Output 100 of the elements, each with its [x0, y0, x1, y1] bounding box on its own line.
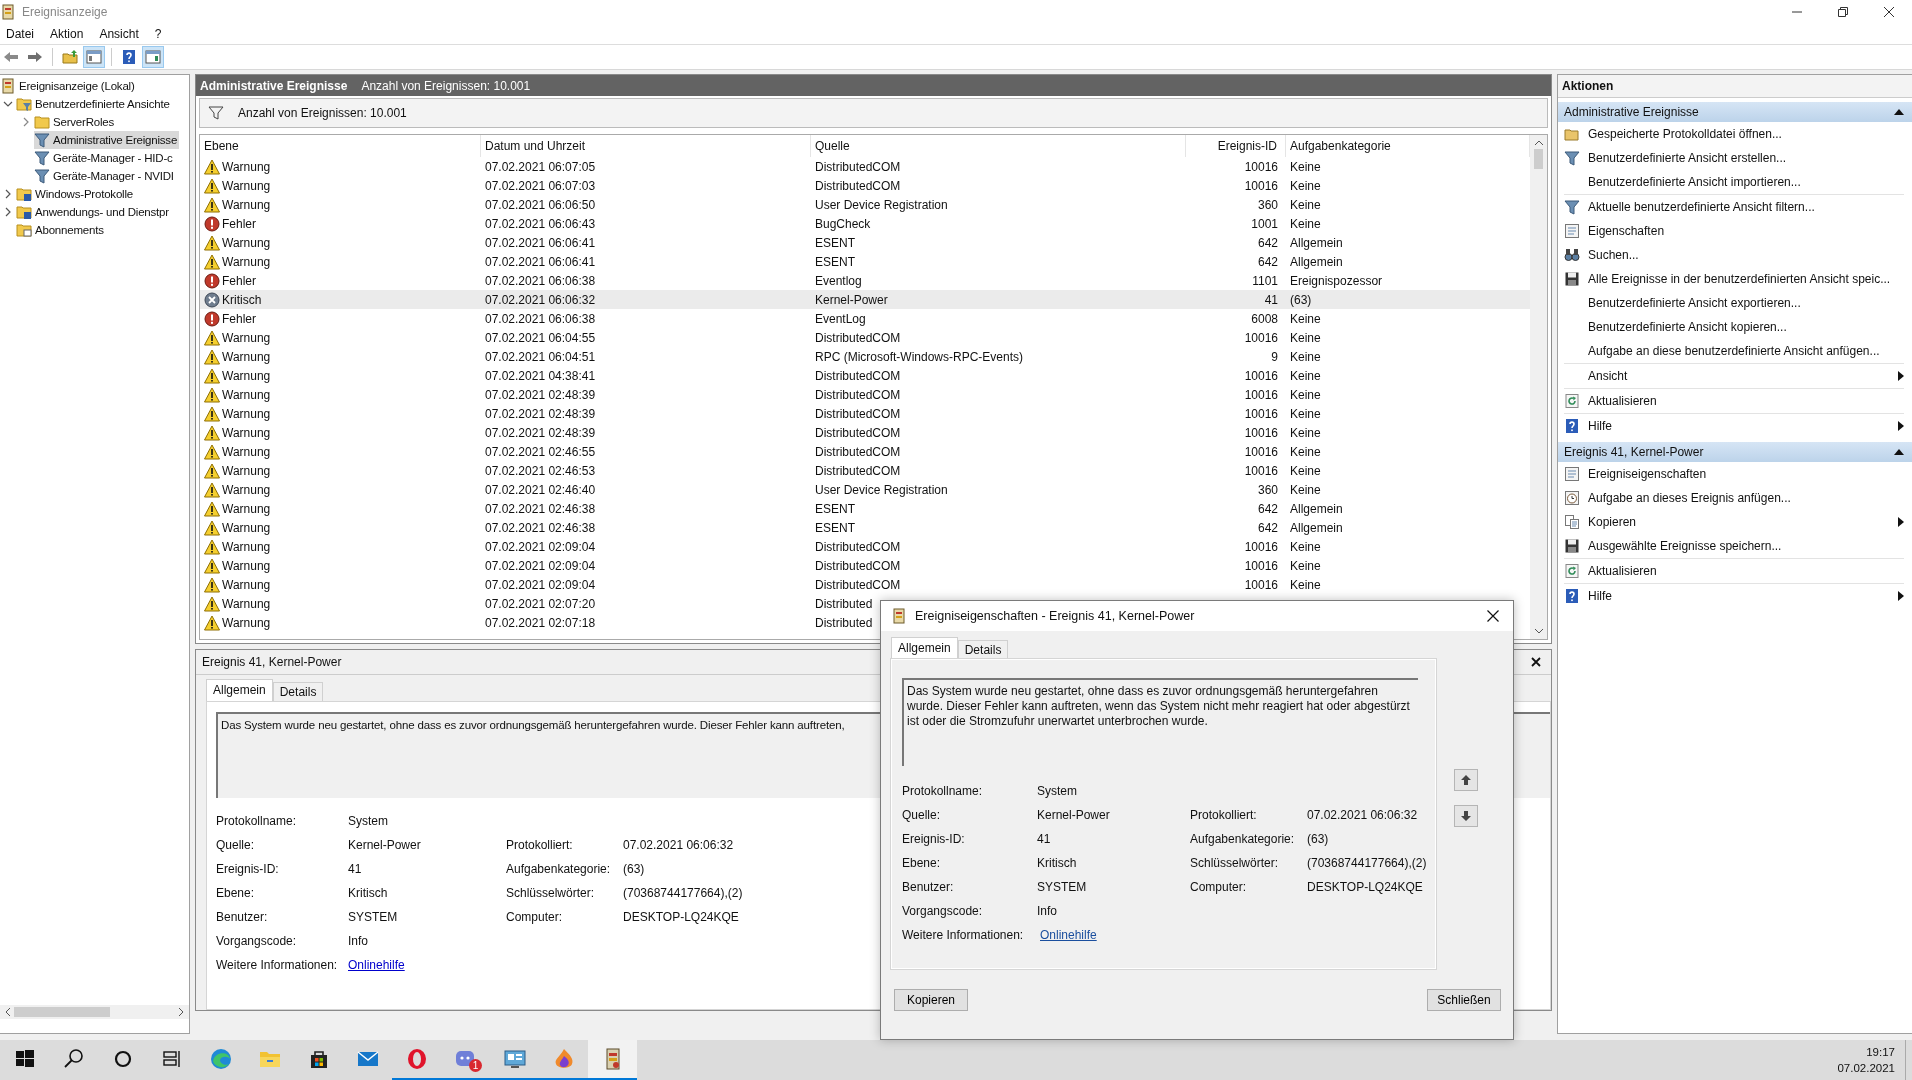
tab[interactable]: Allgemein: [206, 679, 273, 701]
horizontal-scrollbar[interactable]: [0, 1005, 189, 1019]
table-row[interactable]: Warnung 07.02.2021 06:06:41 ESENT 642 Allgemein: [200, 252, 1530, 271]
table-cell: 642: [1257, 235, 1278, 250]
action-item[interactable]: Aktuelle benutzerdefinierte Ansicht filtern...: [1564, 195, 1904, 219]
action-item[interactable]: Gespeicherte Protokolldatei öffnen...: [1564, 122, 1904, 146]
help-link[interactable]: Onlinehilfe: [348, 958, 405, 972]
table-row[interactable]: Warnung 07.02.2021 02:46:38 ESENT 642 Allgemein: [200, 518, 1530, 537]
action-item[interactable]: Aufgabe an dieses Ereignis anfügen...: [1564, 486, 1904, 510]
action-item[interactable]: Benutzerdefinierte Ansicht importieren...: [1564, 170, 1904, 194]
dialog-button[interactable]: Schließen: [1427, 989, 1501, 1011]
scroll-thumb[interactable]: [1534, 149, 1543, 169]
section-header[interactable]: Administrative Ereignisse: [1558, 102, 1912, 122]
table-row[interactable]: Warnung 07.02.2021 02:48:39 DistributedCOM 10016 Keine: [200, 385, 1530, 404]
table-cell: DistributedCOM: [815, 463, 901, 478]
tree-item[interactable]: Administrative Ereignisse: [34, 131, 180, 149]
section-header[interactable]: Ereignis 41, Kernel-Power: [1558, 442, 1912, 462]
action-item[interactable]: Benutzerdefinierte Ansicht erstellen...: [1564, 146, 1904, 170]
tree-item[interactable]: Geräte-Manager - NVIDI: [34, 167, 176, 185]
table-cell-text: 07.02.2021 02:46:38: [484, 520, 597, 535]
help-link[interactable]: Onlinehilfe: [1037, 928, 1097, 942]
table-cell: Fehler: [222, 273, 256, 288]
column-header[interactable]: Quelle: [811, 135, 1186, 157]
toggle-actions-button[interactable]: [142, 46, 164, 68]
column-header[interactable]: Datum und Uhrzeit: [481, 135, 811, 157]
table-cell: Allgemein: [1290, 254, 1343, 269]
table-row[interactable]: Warnung 07.02.2021 02:09:04 DistributedCOM 10016 Keine: [200, 537, 1530, 556]
table-row[interactable]: Warnung 07.02.2021 06:06:50 User Device Registration 360 Keine: [200, 195, 1530, 214]
column-header[interactable]: Ebene: [200, 135, 481, 157]
table-row[interactable]: Warnung 07.02.2021 02:09:04 DistributedCOM 10016 Keine: [200, 575, 1530, 594]
table-cell: 360: [1257, 197, 1278, 212]
tree-item[interactable]: Geräte-Manager - HID-c: [34, 149, 175, 167]
tree-item[interactable]: Ereignisanzeige (Lokal): [0, 77, 189, 95]
previous-event-button[interactable]: [1454, 769, 1478, 791]
table-row[interactable]: Warnung 07.02.2021 02:48:39 DistributedCOM 10016 Keine: [200, 404, 1530, 423]
table-row[interactable]: Warnung 07.02.2021 02:09:04 DistributedCOM 10016 Keine: [200, 556, 1530, 575]
collapse-icon[interactable]: [1894, 109, 1904, 115]
table-cell: Allgemein: [1290, 235, 1343, 250]
scroll-thumb[interactable]: [14, 1007, 110, 1017]
table-row[interactable]: Fehler 07.02.2021 06:06:43 BugCheck 1001 Keine: [200, 214, 1530, 233]
action-item[interactable]: Aktualisieren: [1564, 559, 1904, 583]
tab[interactable]: Allgemein: [891, 637, 958, 659]
close-icon[interactable]: [1531, 657, 1541, 667]
table-cell: DistributedCOM: [815, 425, 901, 440]
clock[interactable]: 19:17 07.02.2021: [1827, 1040, 1905, 1080]
table-row[interactable]: Warnung 07.02.2021 06:04:51 RPC (Microsoft-Windows-RPC-Events) 9 Keine: [200, 347, 1530, 366]
table-row[interactable]: Warnung 07.02.2021 02:46:55 DistributedCOM 10016 Keine: [200, 442, 1530, 461]
menu-item[interactable]: Datei: [0, 27, 42, 41]
tree-item[interactable]: Windows-Protokolle: [16, 185, 136, 203]
taskbar-button[interactable]: 1: [441, 1040, 490, 1080]
action-item[interactable]: Ereigniseigenschaften: [1564, 462, 1904, 486]
table-row[interactable]: Warnung 07.02.2021 06:07:05 DistributedCOM 10016 Keine: [200, 157, 1530, 176]
action-item[interactable]: Ausgewählte Ereignisse speichern...: [1564, 534, 1904, 558]
table-row[interactable]: Warnung 07.02.2021 06:07:03 DistributedCOM 10016 Keine: [200, 176, 1530, 195]
menu-item[interactable]: Aktion: [44, 27, 92, 41]
tree-item[interactable]: Abonnements: [16, 221, 106, 239]
table-row[interactable]: Warnung 07.02.2021 02:46:40 User Device Registration 360 Keine: [200, 480, 1530, 499]
action-item[interactable]: Hilfe: [1564, 414, 1904, 438]
action-item[interactable]: Benutzerdefinierte Ansicht kopieren...: [1564, 315, 1904, 339]
table-row[interactable]: Kritisch 07.02.2021 06:06:32 Kernel-Power 41 (63): [200, 290, 1530, 309]
table-row[interactable]: Warnung 07.02.2021 06:06:41 ESENT 642 Allgemein: [200, 233, 1530, 252]
table-row[interactable]: Warnung 07.02.2021 02:46:53 DistributedCOM 10016 Keine: [200, 461, 1530, 480]
table-row[interactable]: Warnung 07.02.2021 06:04:55 DistributedCOM 10016 Keine: [200, 328, 1530, 347]
menu-item[interactable]: Ansicht: [93, 27, 147, 41]
table-cell: 10016: [1244, 577, 1278, 592]
table-cell-text: 07.02.2021 02:48:39: [484, 387, 597, 402]
expander-icon[interactable]: [21, 117, 31, 127]
action-item[interactable]: Kopieren: [1564, 510, 1904, 534]
tree-item[interactable]: Anwendungs- und Dienstpr: [16, 203, 171, 221]
table-row[interactable]: Warnung 07.02.2021 02:46:38 ESENT 642 Allgemein: [200, 499, 1530, 518]
action-item[interactable]: Aktualisieren: [1564, 389, 1904, 413]
action-item[interactable]: Ansicht: [1564, 364, 1904, 388]
expander-icon[interactable]: [3, 189, 13, 199]
action-item[interactable]: Alle Ereignisse in der benutzerdefinierten Ansicht speic...: [1564, 267, 1904, 291]
collapse-icon[interactable]: [1894, 449, 1904, 455]
action-item[interactable]: Suchen...: [1564, 243, 1904, 267]
window-title: Ereignisanzeige: [22, 5, 108, 19]
toggle-tree-button[interactable]: [83, 46, 105, 68]
menu-item[interactable]: ?: [148, 27, 170, 41]
next-event-button[interactable]: [1454, 805, 1478, 827]
column-header[interactable]: Ereignis-ID: [1186, 135, 1286, 157]
tree-item[interactable]: ServerRoles: [34, 113, 117, 131]
table-row[interactable]: Warnung 07.02.2021 04:38:41 DistributedCOM 10016 Keine: [200, 366, 1530, 385]
expander-icon[interactable]: [3, 207, 13, 217]
action-item[interactable]: Eigenschaften: [1564, 219, 1904, 243]
action-item[interactable]: Hilfe: [1564, 584, 1904, 608]
action-item[interactable]: Benutzerdefinierte Ansicht exportieren...: [1564, 291, 1904, 315]
field-label: Ebene:: [216, 886, 256, 901]
vertical-scrollbar[interactable]: [1530, 135, 1547, 639]
warning-icon: [204, 253, 220, 270]
tab[interactable]: Details: [272, 682, 324, 701]
table-row[interactable]: Fehler 07.02.2021 06:06:38 Eventlog 1101 Ereignispozessor: [200, 271, 1530, 290]
dialog-button[interactable]: Kopieren: [894, 989, 968, 1011]
tree-item[interactable]: Benutzerdefinierte Ansichte: [16, 95, 172, 113]
expander-icon[interactable]: [3, 99, 13, 109]
warning-icon: [204, 386, 220, 403]
table-row[interactable]: Warnung 07.02.2021 02:48:39 DistributedCOM 10016 Keine: [200, 423, 1530, 442]
table-cell: Keine: [1290, 178, 1321, 193]
action-item[interactable]: Aufgabe an diese benutzerdefinierte Ansicht anfügen...: [1564, 339, 1904, 363]
table-row[interactable]: Fehler 07.02.2021 06:06:38 EventLog 6008 Keine: [200, 309, 1530, 328]
